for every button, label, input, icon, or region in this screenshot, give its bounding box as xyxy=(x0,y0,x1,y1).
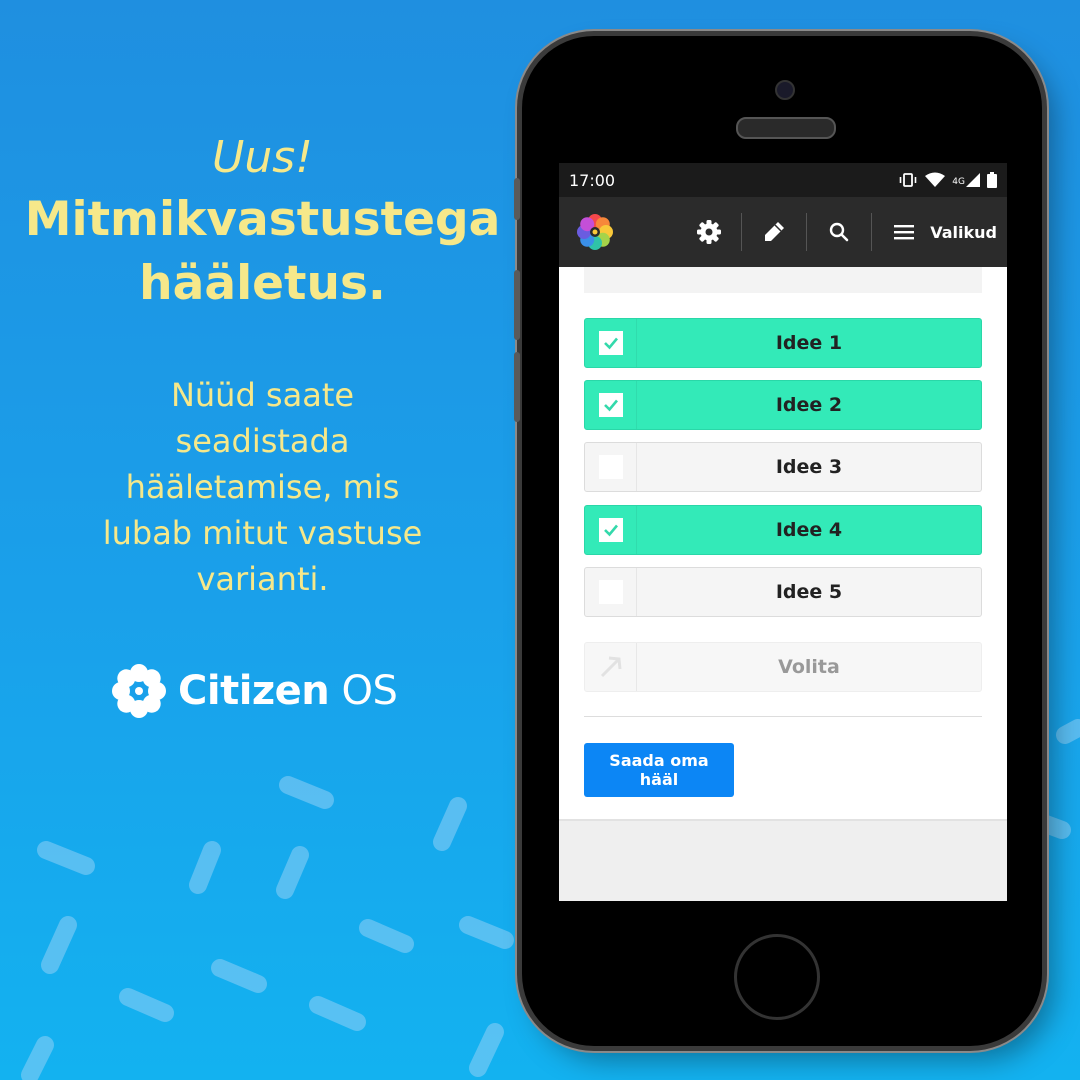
option-label: Idee 1 xyxy=(775,332,843,354)
cellular-icon: 4G xyxy=(952,173,980,187)
menu-button[interactable]: Valikud xyxy=(872,223,997,242)
hamburger-icon xyxy=(894,225,915,240)
option-checkbox-cell[interactable] xyxy=(585,319,637,367)
promo-description: Nüüd saate seadistada hääletamise, mis l… xyxy=(102,376,423,598)
vibrate-icon xyxy=(899,173,917,187)
vote-option[interactable]: Idee 2 xyxy=(584,380,982,430)
search-button[interactable] xyxy=(807,197,871,267)
checkmark-icon xyxy=(603,399,618,412)
battery-icon xyxy=(987,172,997,188)
edit-button[interactable] xyxy=(742,197,806,267)
vote-option[interactable]: Idee 1 xyxy=(584,318,982,368)
delegate-icon-cell xyxy=(585,643,637,691)
brand-logo: Citizen OS xyxy=(112,660,398,722)
gear-icon xyxy=(697,220,722,244)
promo-headline: Mitmikvastustega hääletus. xyxy=(20,188,505,316)
option-checkbox[interactable] xyxy=(598,580,623,604)
search-icon xyxy=(830,222,849,242)
option-checkbox[interactable] xyxy=(598,455,623,479)
status-bar: 17:00 4G xyxy=(559,163,1007,197)
settings-button[interactable] xyxy=(677,197,741,267)
app-header: Valikud xyxy=(559,197,1007,267)
option-checkbox-cell[interactable] xyxy=(585,506,637,554)
option-checkbox-cell[interactable] xyxy=(585,568,637,616)
signal-icon xyxy=(966,173,980,187)
option-checkbox-cell[interactable] xyxy=(585,443,637,491)
status-icons: 4G xyxy=(898,172,997,188)
brand-name: Citizen OS xyxy=(178,668,398,714)
pencil-icon xyxy=(765,222,785,241)
phone-volume-down xyxy=(514,352,520,422)
submit-vote-button[interactable]: Saada oma hääl xyxy=(584,743,734,797)
phone-home-button xyxy=(734,934,820,1020)
brand-name-light: OS xyxy=(329,668,398,714)
vote-panel: Idee 1 Idee 2 Idee 3 Idee 4 Idee 5 Volita Sa… xyxy=(559,267,1007,821)
option-checkbox[interactable] xyxy=(598,331,623,355)
promo-headline-line2: hääletus. xyxy=(139,256,386,311)
brand-name-bold: Citizen xyxy=(178,668,330,714)
option-checkbox-cell[interactable] xyxy=(585,381,637,429)
vote-option[interactable]: Idee 5 xyxy=(584,567,982,617)
menu-label: Valikud xyxy=(930,222,997,242)
vote-option[interactable]: Idee 3 xyxy=(584,442,982,492)
delegate-option[interactable]: Volita xyxy=(584,642,982,692)
option-label: Idee 2 xyxy=(775,394,843,416)
phone-mute-switch xyxy=(514,178,520,220)
content-divider xyxy=(584,716,982,717)
content-top-box xyxy=(584,267,982,293)
phone-speaker xyxy=(736,117,836,139)
citizenos-color-logo-icon[interactable] xyxy=(577,214,613,250)
option-label: Idee 3 xyxy=(775,456,843,478)
promo-headline-line1: Mitmikvastustega xyxy=(24,192,501,247)
option-label: Idee 5 xyxy=(775,581,843,603)
wifi-icon xyxy=(925,172,946,187)
network-type: 4G xyxy=(952,177,965,187)
option-label: Idee 4 xyxy=(775,519,843,541)
option-checkbox[interactable] xyxy=(598,393,623,417)
promo-kicker: Uus! xyxy=(212,132,313,183)
vote-option[interactable]: Idee 4 xyxy=(584,505,982,555)
status-time: 17:00 xyxy=(569,170,616,190)
checkmark-icon xyxy=(603,524,618,537)
phone-mockup: 17:00 4G Valikud Idee 1 Idee 2 Idee 3 Id… xyxy=(514,36,1042,1046)
phone-camera xyxy=(775,80,795,100)
phone-volume-up xyxy=(514,270,520,340)
delegate-arrow-icon xyxy=(600,656,621,678)
checkmark-icon xyxy=(603,337,618,350)
promo-text-block: Uus! Mitmikvastustega hääletus. Nüüd saa… xyxy=(20,130,505,602)
option-checkbox[interactable] xyxy=(598,518,623,542)
phone-screen: 17:00 4G Valikud Idee 1 Idee 2 Idee 3 Id… xyxy=(559,163,1007,901)
citizenos-flower-icon xyxy=(112,664,166,718)
delegate-label: Volita xyxy=(778,656,840,678)
